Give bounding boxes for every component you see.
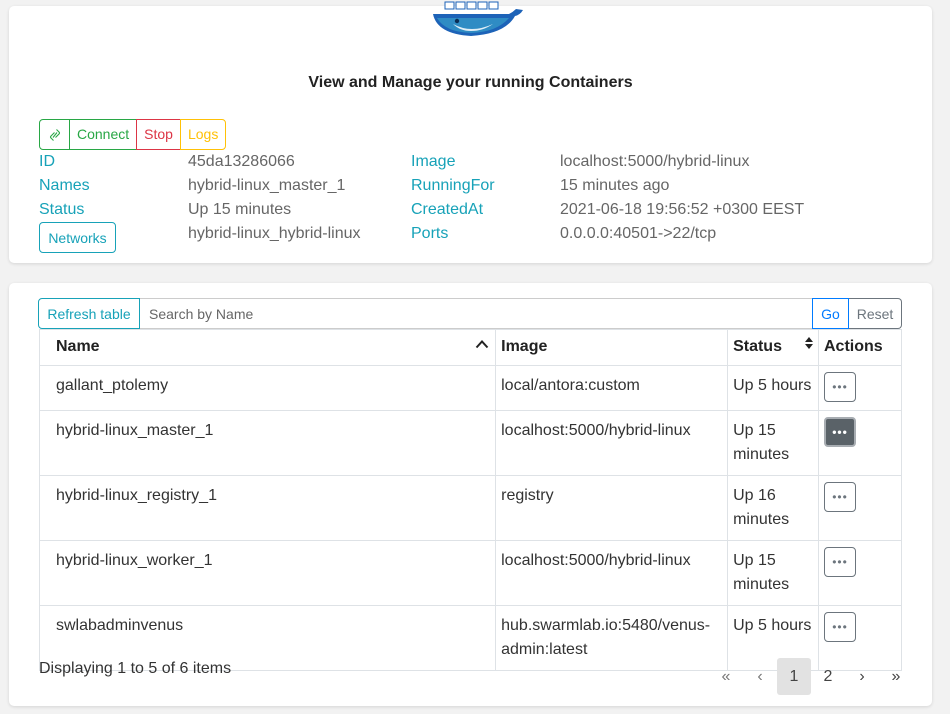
pagination-page-1[interactable]: 1 bbox=[777, 658, 811, 695]
cell-image: localhost:5000/hybrid-linux bbox=[495, 540, 729, 606]
column-header-actions-label: Actions bbox=[824, 338, 883, 355]
cell-image: local/antora:custom bbox=[495, 365, 729, 411]
stop-button[interactable]: Stop bbox=[136, 119, 181, 150]
table-row[interactable]: gallant_ptolemy local/antora:custom Up 5… bbox=[38, 365, 902, 411]
search-input[interactable] bbox=[140, 298, 812, 329]
createdat-value: 2021-06-18 19:56:52 +0300 EEST bbox=[560, 201, 805, 218]
column-header-image-label: Image bbox=[501, 338, 548, 355]
createdat-label: CreatedAt bbox=[411, 201, 484, 218]
image-value: localhost:5000/hybrid-linux bbox=[560, 153, 750, 170]
cell-status: Up 15 minutes bbox=[727, 410, 819, 476]
cell-status: Up 16 minutes bbox=[727, 475, 819, 541]
networks-button[interactable]: Networks bbox=[39, 222, 116, 253]
cell-name: hybrid-linux_worker_1 bbox=[38, 540, 497, 606]
networks-value: hybrid-linux_hybrid-linux bbox=[188, 225, 361, 242]
container-action-buttons: Connect Stop Logs bbox=[39, 119, 227, 150]
ports-label: Ports bbox=[411, 225, 449, 242]
sort-both-icon bbox=[805, 337, 813, 349]
status-value: Up 15 minutes bbox=[188, 201, 292, 218]
cell-name: hybrid-linux_registry_1 bbox=[38, 475, 497, 541]
pagination-page-2[interactable]: 2 bbox=[811, 658, 845, 695]
table-header-row: Name Image Status Actions bbox=[38, 329, 902, 366]
column-header-name[interactable]: Name bbox=[38, 329, 497, 366]
row-actions-button[interactable]: ••• bbox=[824, 417, 856, 447]
connect-button[interactable]: Connect bbox=[69, 119, 138, 150]
more-icon: ••• bbox=[832, 490, 848, 504]
cell-status: Up 5 hours bbox=[727, 365, 819, 411]
column-header-image[interactable]: Image bbox=[495, 329, 729, 366]
image-label: Image bbox=[411, 153, 456, 170]
more-icon: ••• bbox=[832, 555, 848, 569]
column-header-status-label: Status bbox=[733, 338, 782, 355]
row-actions-button[interactable]: ••• bbox=[824, 372, 856, 402]
cell-name: gallant_ptolemy bbox=[38, 365, 497, 411]
names-value: hybrid-linux_master_1 bbox=[188, 177, 346, 194]
column-header-status[interactable]: Status bbox=[727, 329, 819, 366]
cell-image: hub.swarmlab.io:5480/venus-admin:latest bbox=[495, 605, 729, 671]
id-label: ID bbox=[39, 153, 55, 170]
container-details-card: View and Manage your running Containers … bbox=[9, 1, 932, 263]
cell-actions: ••• bbox=[818, 540, 902, 606]
cell-actions: ••• bbox=[818, 475, 902, 541]
link-button[interactable] bbox=[39, 119, 70, 150]
pagination-summary: Displaying 1 to 5 of 6 items bbox=[39, 660, 232, 677]
column-header-actions: Actions bbox=[818, 329, 902, 366]
pagination-prev[interactable]: ‹ bbox=[743, 658, 777, 695]
cell-actions: ••• bbox=[818, 365, 902, 411]
table-row[interactable]: hybrid-linux_master_1 localhost:5000/hyb… bbox=[38, 410, 902, 476]
docker-whale-icon bbox=[433, 1, 523, 36]
cell-status: Up 15 minutes bbox=[727, 540, 819, 606]
link-icon bbox=[49, 128, 60, 141]
runningfor-value: 15 minutes ago bbox=[560, 177, 670, 194]
cell-actions: ••• bbox=[818, 410, 902, 476]
logs-button[interactable]: Logs bbox=[179, 119, 227, 150]
containers-table-card: Refresh table Go Reset Name Image bbox=[9, 283, 932, 706]
cell-image: registry bbox=[495, 475, 729, 541]
sort-ascending-icon bbox=[475, 340, 489, 349]
more-icon: ••• bbox=[832, 380, 848, 394]
row-actions-button[interactable]: ••• bbox=[824, 547, 856, 577]
containers-table: Name Image Status Actions gallant_ptolem… bbox=[38, 329, 902, 671]
ports-value: 0.0.0.0:40501->22/tcp bbox=[560, 225, 717, 242]
page-title: View and Manage your running Containers bbox=[308, 74, 633, 91]
reset-button[interactable]: Reset bbox=[849, 298, 902, 329]
row-actions-button[interactable]: ••• bbox=[824, 482, 856, 512]
status-label: Status bbox=[39, 201, 85, 218]
table-row[interactable]: hybrid-linux_registry_1 registry Up 16 m… bbox=[38, 475, 902, 541]
more-icon: ••• bbox=[832, 620, 848, 634]
table-toolbar: Refresh table Go Reset bbox=[38, 298, 902, 329]
pagination-first[interactable]: « bbox=[709, 658, 743, 695]
id-value: 45da13286066 bbox=[188, 153, 295, 170]
pagination-last[interactable]: » bbox=[879, 658, 913, 695]
refresh-table-button[interactable]: Refresh table bbox=[38, 298, 140, 329]
row-actions-button[interactable]: ••• bbox=[824, 612, 856, 642]
pagination: « ‹ 1 2 › » bbox=[709, 658, 913, 695]
names-label: Names bbox=[39, 177, 90, 194]
cell-image: localhost:5000/hybrid-linux bbox=[495, 410, 729, 476]
table-row[interactable]: hybrid-linux_worker_1 localhost:5000/hyb… bbox=[38, 540, 902, 606]
go-button[interactable]: Go bbox=[812, 298, 849, 329]
column-header-name-label: Name bbox=[56, 338, 100, 355]
pagination-next[interactable]: › bbox=[845, 658, 879, 695]
runningfor-label: RunningFor bbox=[411, 177, 495, 194]
cell-name: hybrid-linux_master_1 bbox=[38, 410, 497, 476]
more-icon: ••• bbox=[832, 425, 848, 439]
